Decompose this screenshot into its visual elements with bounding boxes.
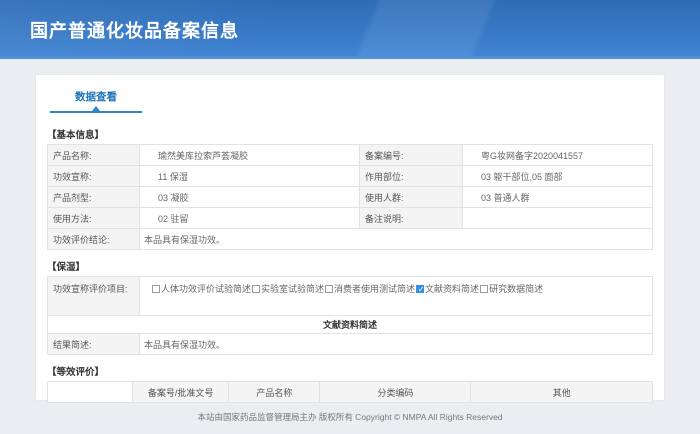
- tab-bar: 数据查看: [36, 75, 664, 113]
- field-value-product-name: 瑜然美库拉索芦荟凝胶: [140, 145, 360, 166]
- checkbox-label: 文献资料简述: [425, 282, 479, 295]
- field-label: 功效宣称评价项目:: [48, 277, 140, 316]
- section-title-equivalence: 【等效评价】: [47, 364, 653, 378]
- field-value-application-site: 03 躯干部位,05 面部: [463, 166, 653, 187]
- checkbox-option-lab-test[interactable]: 实验室试验简述: [252, 282, 324, 295]
- checkbox-option-literature[interactable]: 文献资料简述: [416, 282, 479, 295]
- table-row: 产品名称: 瑜然美库拉索芦荟凝胶 备案编号: 粤G妆网备字2020041557: [48, 145, 653, 166]
- moisturizing-table: 功效宣称评价项目: 人体功效评价试验简述实验室试验简述消费者使用测试简述文献资料…: [47, 276, 653, 355]
- checkbox-unchecked-icon[interactable]: [480, 285, 488, 293]
- field-label: 使用人群:: [360, 187, 463, 208]
- field-label: 作用部位:: [360, 166, 463, 187]
- field-label: 产品剂型:: [48, 187, 140, 208]
- table-row: 产品剂型: 03 凝胶 使用人群: 03 普通人群: [48, 187, 653, 208]
- field-value-registration-number: 粤G妆网备字2020041557: [463, 145, 653, 166]
- field-label: 功效评价结论:: [48, 229, 140, 250]
- field-label: 备注说明:: [360, 208, 463, 229]
- page-header: 国产普通化妆品备案信息: [0, 0, 700, 59]
- column-header-registration-no: 备案号/批准文号: [132, 382, 229, 403]
- field-label: 使用方法:: [48, 208, 140, 229]
- field-value-target-users: 03 普通人群: [463, 187, 653, 208]
- table-header-row: 备案号/批准文号 产品名称 分类编码 其他: [48, 382, 653, 403]
- table-row: 功效评价结论: 本品具有保湿功效。: [48, 229, 653, 250]
- checkbox-checked-icon[interactable]: [416, 285, 424, 293]
- page-title: 国产普通化妆品备案信息: [30, 17, 700, 43]
- checkbox-option-research-data[interactable]: 研究数据简述: [480, 282, 543, 295]
- table-row: 文献资料简述: [48, 316, 653, 334]
- table-row: 功效宣称: 11 保湿 作用部位: 03 躯干部位,05 面部: [48, 166, 653, 187]
- table-row: 使用方法: 02 驻留 备注说明:: [48, 208, 653, 229]
- column-header-other: 其他: [471, 382, 653, 403]
- tab-data-view[interactable]: 数据查看: [50, 89, 142, 113]
- field-label: 结果简述:: [48, 334, 140, 355]
- checkbox-unchecked-icon[interactable]: [325, 285, 333, 293]
- footer-copyright: 本站由国家药品监督管理局主办 版权所有 Copyright © NMPA All…: [0, 411, 700, 423]
- field-value-result-summary: 本品具有保湿功效。: [140, 334, 653, 355]
- table-row: 结果简述: 本品具有保湿功效。: [48, 334, 653, 355]
- column-header-classification-code: 分类编码: [320, 382, 471, 403]
- checkbox-option-consumer-test[interactable]: 消费者使用测试简述: [325, 282, 415, 295]
- equivalence-table: 备案号/批准文号 产品名称 分类编码 其他: [47, 381, 653, 403]
- evaluation-items-cell: 人体功效评价试验简述实验室试验简述消费者使用测试简述文献资料简述研究数据简述: [140, 277, 653, 316]
- table-row: 功效宣称评价项目: 人体功效评价试验简述实验室试验简述消费者使用测试简述文献资料…: [48, 277, 653, 316]
- field-label: 备案编号:: [360, 145, 463, 166]
- field-label: 功效宣称:: [48, 166, 140, 187]
- field-label: 产品名称:: [48, 145, 140, 166]
- section-title-basic-info: 【基本信息】: [47, 127, 653, 141]
- content-card: 数据查看 【基本信息】 产品名称: 瑜然美库拉索芦荟凝胶 备案编号: 粤G妆网备…: [36, 75, 664, 400]
- subsection-title-literature-summary: 文献资料简述: [48, 316, 653, 334]
- field-value-efficacy-claim: 11 保湿: [140, 166, 360, 187]
- page: 国产普通化妆品备案信息 数据查看 【基本信息】 产品名称: 瑜然美库拉索芦荟凝胶…: [0, 0, 700, 434]
- field-value-usage-method: 02 驻留: [140, 208, 360, 229]
- basic-info-table: 产品名称: 瑜然美库拉索芦荟凝胶 备案编号: 粤G妆网备字2020041557 …: [47, 144, 653, 250]
- field-value-evaluation-conclusion: 本品具有保湿功效。: [140, 229, 653, 250]
- column-header-blank: [48, 382, 133, 403]
- card-content: 【基本信息】 产品名称: 瑜然美库拉索芦荟凝胶 备案编号: 粤G妆网备字2020…: [36, 113, 664, 403]
- section-title-moisturizing: 【保湿】: [47, 259, 653, 273]
- field-value-dosage-form: 03 凝胶: [140, 187, 360, 208]
- field-value-remarks: [463, 208, 653, 229]
- checkbox-label: 实验室试验简述: [261, 282, 324, 295]
- checkbox-label: 人体功效评价试验简述: [161, 282, 251, 295]
- checkbox-label: 研究数据简述: [489, 282, 543, 295]
- checkbox-unchecked-icon[interactable]: [252, 285, 260, 293]
- checkbox-unchecked-icon[interactable]: [152, 285, 160, 293]
- checkbox-option-human-test[interactable]: 人体功效评价试验简述: [152, 282, 251, 295]
- checkbox-label: 消费者使用测试简述: [334, 282, 415, 295]
- column-header-product-name: 产品名称: [229, 382, 320, 403]
